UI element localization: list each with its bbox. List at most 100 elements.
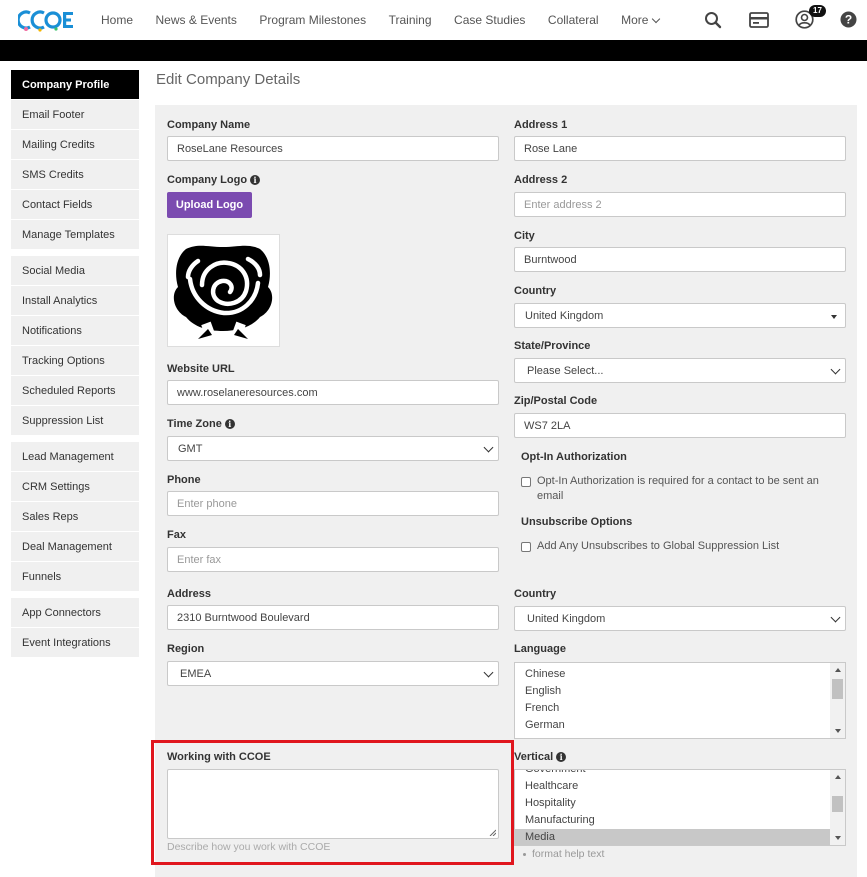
vertical-option[interactable]: Hospitality — [515, 795, 832, 812]
nav-more[interactable]: More — [621, 13, 659, 27]
address1-input[interactable]: Rose Lane — [514, 136, 846, 161]
company-logo-preview — [167, 234, 280, 347]
sidebar-item-company-profile[interactable]: Company Profile — [11, 70, 139, 100]
country2-label: Country — [514, 588, 557, 600]
language-option[interactable]: English — [515, 683, 845, 700]
chevron-down-icon — [483, 667, 494, 678]
scroll-thumb[interactable] — [832, 796, 843, 812]
sidebar-item-lead-management[interactable]: Lead Management — [11, 442, 139, 472]
card-icon[interactable] — [749, 12, 769, 33]
nav-news-events[interactable]: News & Events — [156, 13, 237, 27]
chevron-down-icon — [830, 364, 841, 375]
time-zone-label: Time Zone i — [167, 418, 235, 430]
upload-logo-button[interactable]: Upload Logo — [167, 192, 252, 218]
state-label: State/Province — [514, 340, 591, 352]
zip-input[interactable]: WS7 2LA — [514, 413, 846, 438]
sidebar-item-notifications[interactable]: Notifications — [11, 316, 139, 346]
nav-training[interactable]: Training — [389, 13, 432, 27]
time-zone-label-text: Time Zone — [167, 418, 222, 430]
opt-in-checkbox[interactable] — [521, 477, 531, 487]
company-name-input[interactable]: RoseLane Resources — [167, 136, 499, 161]
country2-select[interactable]: United Kingdom — [514, 606, 846, 631]
scroll-up-icon[interactable] — [835, 775, 841, 779]
address1-label: Address 1 — [514, 119, 568, 131]
scroll-down-icon[interactable] — [835, 729, 841, 733]
sidebar-item-crm-settings[interactable]: CRM Settings — [11, 472, 139, 502]
city-input[interactable]: Burntwood — [514, 247, 846, 272]
nav-collateral[interactable]: Collateral — [548, 13, 599, 27]
sidebar-item-app-connectors[interactable]: App Connectors — [11, 598, 139, 628]
nav-case-studies[interactable]: Case Studies — [454, 13, 525, 27]
sidebar-item-event-integrations[interactable]: Event Integrations — [11, 628, 139, 658]
caret-down-icon — [831, 315, 837, 319]
sidebar-item-suppression-list[interactable]: Suppression List — [11, 406, 139, 436]
sidebar-item-manage-templates[interactable]: Manage Templates — [11, 220, 139, 250]
scroll-up-icon[interactable] — [835, 668, 841, 672]
page-title: Edit Company Details — [156, 71, 301, 88]
country-label: Country — [514, 285, 557, 297]
help-icon[interactable]: ? — [840, 11, 857, 33]
address-input[interactable]: 2310 Burntwood Boulevard — [167, 605, 499, 630]
fax-label: Fax — [167, 529, 186, 541]
city-label: City — [514, 230, 535, 242]
search-icon[interactable] — [704, 11, 722, 34]
fax-input[interactable]: Enter fax — [167, 547, 499, 572]
sidebar-item-contact-fields[interactable]: Contact Fields — [11, 190, 139, 220]
info-icon[interactable]: i — [556, 752, 567, 762]
language-option[interactable]: French — [515, 700, 845, 717]
sidebar-item-funnels[interactable]: Funnels — [11, 562, 139, 592]
scroll-down-icon[interactable] — [835, 836, 841, 840]
info-icon[interactable]: i — [224, 419, 235, 429]
top-nav: Home News & Events Program Milestones Tr… — [0, 0, 867, 40]
vertical-label-text: Vertical — [514, 751, 554, 763]
scroll-thumb[interactable] — [832, 679, 843, 699]
rose-logo-icon — [173, 245, 273, 339]
country-select[interactable]: United Kingdom — [514, 303, 846, 328]
unsubscribe-heading: Unsubscribe Options — [521, 516, 633, 528]
vertical-listbox[interactable]: Government Healthcare Hospitality Manufa… — [514, 769, 846, 846]
sidebar-item-tracking-options[interactable]: Tracking Options — [11, 346, 139, 376]
info-icon[interactable]: i — [250, 175, 261, 185]
phone-input[interactable]: Enter phone — [167, 491, 499, 516]
nav-home[interactable]: Home — [101, 13, 133, 27]
website-url-input[interactable]: www.roselaneresources.com — [167, 380, 499, 405]
company-logo-label: Company Logo i — [167, 174, 261, 186]
nav-program-milestones[interactable]: Program Milestones — [259, 13, 366, 27]
address2-label: Address 2 — [514, 174, 568, 186]
address2-input[interactable]: Enter address 2 — [514, 192, 846, 217]
sidebar-item-mailing-credits[interactable]: Mailing Credits — [11, 130, 139, 160]
opt-in-checkbox-label: Opt-In Authorization is required for a c… — [537, 475, 819, 502]
unsubscribe-checkbox[interactable] — [521, 542, 531, 552]
ccoe-logo[interactable] — [18, 5, 76, 35]
vertical-option[interactable]: Manufacturing — [515, 812, 832, 829]
vertical-help: format help text — [522, 848, 605, 860]
address-label: Address — [167, 588, 212, 600]
sidebar-item-sales-reps[interactable]: Sales Reps — [11, 502, 139, 532]
svg-text:?: ? — [845, 13, 852, 27]
state-select[interactable]: Please Select... — [514, 358, 846, 383]
nav-links: Home News & Events Program Milestones Tr… — [101, 0, 682, 40]
sidebar-item-scheduled-reports[interactable]: Scheduled Reports — [11, 376, 139, 406]
sidebar-item-social-media[interactable]: Social Media — [11, 256, 139, 286]
region-select[interactable]: EMEA — [167, 661, 499, 686]
sidebar-item-email-footer[interactable]: Email Footer — [11, 100, 139, 130]
language-option[interactable]: German — [515, 717, 845, 734]
language-listbox[interactable]: Chinese English French German — [514, 662, 846, 739]
sidebar-item-install-analytics[interactable]: Install Analytics — [11, 286, 139, 316]
vertical-option[interactable]: Healthcare — [515, 778, 832, 795]
sidebar-item-sms-credits[interactable]: SMS Credits — [11, 160, 139, 190]
language-option[interactable]: Chinese — [515, 666, 845, 683]
language-scrollbar[interactable] — [830, 663, 845, 738]
vertical-option[interactable]: Government — [515, 770, 832, 778]
sidebar-item-deal-management[interactable]: Deal Management — [11, 532, 139, 562]
notification-badge: 17 — [809, 5, 826, 17]
opt-in-heading: Opt-In Authorization — [521, 451, 627, 463]
vertical-scrollbar[interactable] — [830, 770, 845, 845]
header-bar — [0, 40, 867, 61]
vertical-option-selected[interactable]: Media — [515, 829, 832, 845]
time-zone-select[interactable]: GMT — [167, 436, 499, 461]
state-value: Please Select... — [527, 364, 604, 377]
website-url-label: Website URL — [167, 363, 235, 375]
country-value: United Kingdom — [525, 309, 604, 322]
unsubscribe-checkbox-label: Add Any Unsubscribes to Global Suppressi… — [537, 540, 780, 552]
